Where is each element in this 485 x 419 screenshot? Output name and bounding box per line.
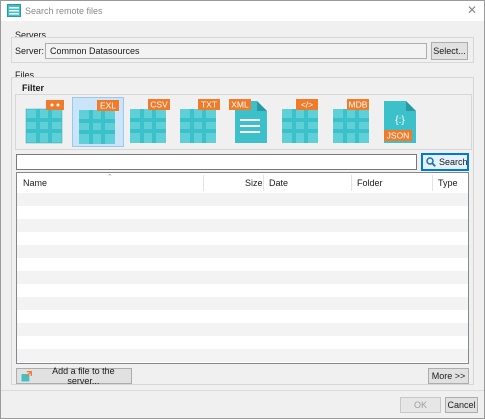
column-header-size[interactable]: Size — [245, 173, 263, 193]
xml-badge: XML — [231, 100, 249, 110]
list-row — [17, 245, 468, 258]
filter-label: Filter — [22, 83, 45, 93]
list-row — [17, 349, 468, 362]
search-button-label: Search — [439, 157, 468, 167]
sort-caret-icon: ⌃ — [107, 174, 113, 181]
all-files-icon[interactable] — [20, 97, 72, 147]
search-remote-files-dialog: Search remote files ✕ Servers Server: Co… — [0, 0, 485, 419]
csv-icon[interactable]: CSV — [124, 97, 176, 147]
list-rows — [17, 193, 468, 362]
search-icon — [426, 157, 436, 167]
column-header-folder[interactable]: Folder — [357, 173, 383, 193]
list-row — [17, 297, 468, 310]
more-button[interactable]: More >> — [428, 368, 469, 384]
csv-badge: CSV — [150, 100, 168, 110]
list-row — [17, 219, 468, 232]
window-title: Search remote files — [25, 6, 103, 16]
search-button[interactable]: Search — [421, 153, 469, 171]
list-row — [17, 284, 468, 297]
column-divider[interactable] — [263, 175, 264, 191]
file-list[interactable]: ⌃ Name Size Date Folder Type — [16, 172, 469, 364]
html-icon[interactable]: </> — [276, 97, 328, 147]
search-input[interactable] — [16, 154, 417, 170]
column-divider[interactable] — [203, 175, 204, 191]
excel-icon[interactable]: EXL — [72, 97, 124, 147]
svg-text:{:}: {:} — [395, 115, 405, 126]
add-file-label: Add a file to the server... — [52, 366, 115, 386]
mdb-badge: MDB — [349, 100, 368, 110]
cancel-button[interactable]: Cancel — [445, 397, 478, 413]
add-file-icon — [21, 370, 32, 381]
column-divider[interactable] — [432, 175, 433, 191]
list-row — [17, 206, 468, 219]
txt-badge: TXT — [201, 100, 217, 110]
column-header-date[interactable]: Date — [269, 173, 288, 193]
list-row — [17, 336, 468, 349]
mdb-icon[interactable]: MDB — [327, 97, 379, 147]
list-row — [17, 193, 468, 206]
ok-button[interactable]: OK — [400, 397, 441, 413]
column-header-type[interactable]: Type — [438, 173, 458, 193]
close-icon[interactable]: ✕ — [463, 2, 481, 19]
json-icon[interactable]: {:} JSON — [378, 97, 430, 147]
xml-icon[interactable]: XML — [225, 97, 277, 147]
excel-badge: EXL — [100, 101, 116, 111]
txt-icon[interactable]: TXT — [174, 97, 226, 147]
html-badge: </> — [301, 100, 313, 110]
list-row — [17, 232, 468, 245]
column-divider[interactable] — [351, 175, 352, 191]
list-row — [17, 323, 468, 336]
server-label: Server: — [15, 46, 45, 56]
server-field[interactable]: Common Datasources — [45, 43, 427, 59]
column-header-name[interactable]: Name — [23, 173, 47, 193]
list-row — [17, 310, 468, 323]
footer-divider — [1, 390, 484, 391]
title-bar: Search remote files ✕ — [1, 1, 484, 21]
app-icon — [7, 4, 21, 17]
select-server-button[interactable]: Select... — [431, 42, 468, 60]
list-row — [17, 271, 468, 284]
list-row — [17, 258, 468, 271]
list-header: ⌃ Name Size Date Folder Type — [17, 173, 468, 193]
json-badge: JSON — [387, 131, 410, 141]
add-file-button[interactable]: Add a file to the server... — [16, 366, 132, 386]
